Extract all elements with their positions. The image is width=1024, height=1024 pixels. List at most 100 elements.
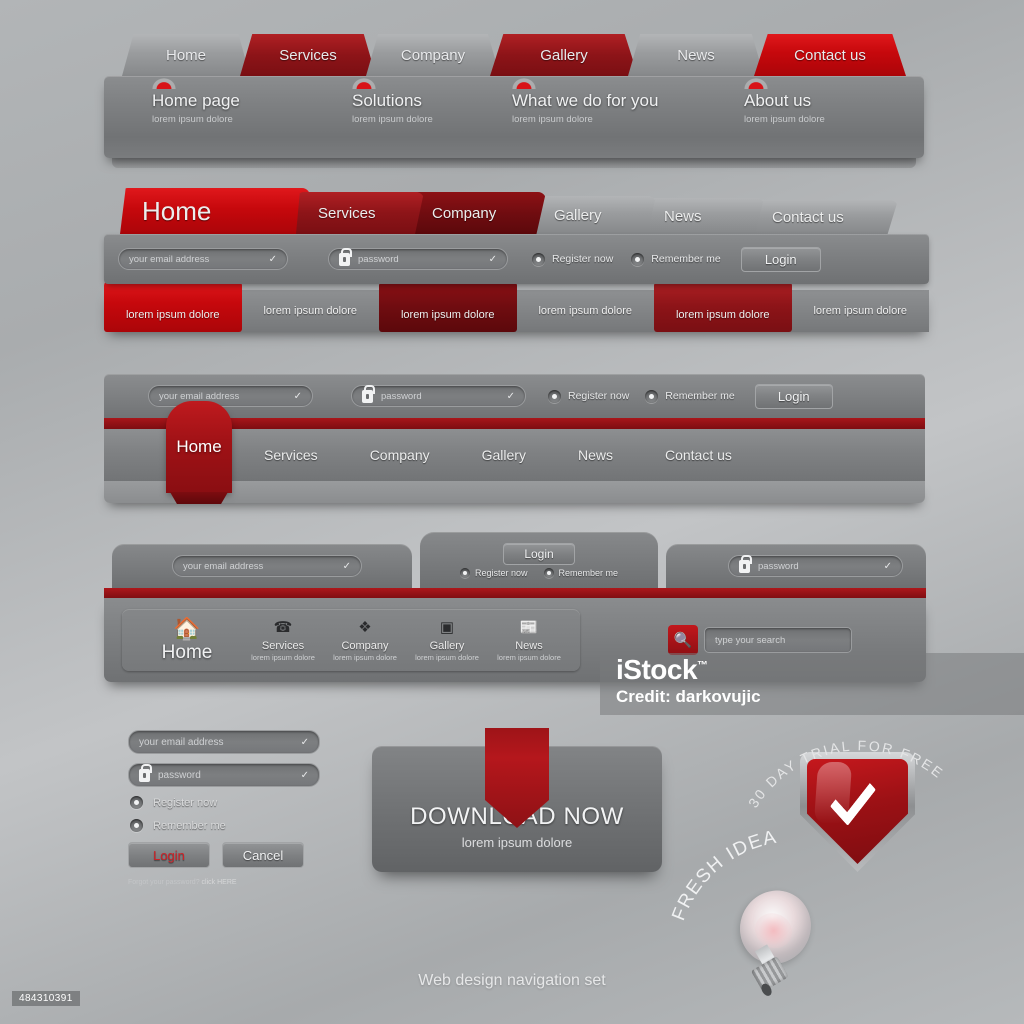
lorem-button-label: lorem ipsum dolore [400,309,495,321]
tab-contact-us[interactable]: Contact us [750,200,898,234]
tab-news[interactable]: News [642,198,764,234]
check-icon: ✓ [342,560,351,572]
download-subtitle: lorem ipsum dolore [461,835,573,850]
lorem-button-4[interactable]: lorem ipsum dolore [516,290,654,332]
remember-radio-group[interactable]: Remember me [645,389,735,403]
home-label: Home [161,642,213,663]
tab-label: Services [318,204,376,222]
email-field[interactable]: your email address ✓ [128,730,320,754]
nav-link-services[interactable]: Services [264,447,318,463]
password-field[interactable]: password ✓ [728,554,903,577]
menu-item-label: News [515,640,543,652]
chevron-up-icon [512,78,536,89]
newspaper-icon: 📰 [519,619,539,636]
forgot-password-row: Forgot your password? click HERE [128,879,320,886]
register-radio[interactable] [548,389,561,403]
email-placeholder-text: your email address [129,253,210,265]
lorem-button-3[interactable]: lorem ipsum dolore [379,280,517,332]
tab-services[interactable]: Services [240,34,376,76]
tab-company[interactable]: Company [410,192,546,234]
login-button[interactable]: Login [740,246,821,272]
check-icon: ✓ [506,390,515,402]
password-placeholder-text: password [158,769,201,781]
nav-link-company[interactable]: Company [370,447,430,463]
home-bookmark-tab[interactable]: Home [166,401,232,493]
nav-link-news[interactable]: News [578,447,613,463]
remember-radio[interactable] [543,567,554,578]
remember-radio-group[interactable]: Remember me [631,252,721,266]
tab-services[interactable]: Services [296,192,424,234]
menu-item-gallery[interactable]: ▣ Gallery lorem ipsum dolore [406,618,488,662]
login-button[interactable]: Login [128,842,210,868]
tab-company[interactable]: Company [366,34,500,76]
register-radio[interactable] [459,567,470,578]
tab-label: Gallery [540,46,588,64]
dropdown-item-subtitle: lorem ipsum dolore [152,114,233,125]
picture-icon: ▣ [439,619,455,636]
asset-id: 484310391 [12,991,80,1006]
menu-panel: 🏠 Home ☎ Services lorem ipsum dolore ❖ Compa… [122,609,580,671]
remember-radio-group[interactable]: Remember me [130,819,320,832]
download-button[interactable]: DOWNLOAD NOW lorem ipsum dolore [372,728,662,872]
remember-radio[interactable] [631,252,645,266]
password-field[interactable]: password ✓ [328,247,508,270]
login-button[interactable]: Login [503,542,575,565]
menu-item-services[interactable]: ☎ Services lorem ipsum dolore [242,618,324,662]
lorem-button-1[interactable]: lorem ipsum dolore [104,280,242,332]
chevron-up-icon [152,78,176,89]
login-button[interactable]: Login [754,383,833,409]
tab-news[interactable]: News [628,34,764,76]
email-field[interactable]: your email address ✓ [118,248,288,270]
register-radio[interactable] [532,252,545,266]
tab-gallery[interactable]: Gallery [490,34,638,76]
tab-home[interactable]: Home [120,188,310,234]
menu-item-news[interactable]: 📰 News lorem ipsum dolore [488,618,570,662]
tab-home[interactable]: Home [122,34,250,76]
lorem-button-5[interactable]: lorem ipsum dolore [654,280,792,332]
register-radio-group[interactable]: Register now [130,796,320,809]
register-radio-group[interactable]: Register now [548,389,629,403]
remember-label: Remember me [153,819,226,832]
email-field[interactable]: your email address ✓ [172,555,362,577]
nav-link-gallery[interactable]: Gallery [482,447,526,463]
email-placeholder-text: your email address [139,736,224,748]
navigation-block-2: Home Services Company Gallery News Contact us… [104,188,929,332]
dropdown-item-subtitle: lorem ipsum dolore [744,114,825,125]
register-radio-group[interactable]: Register now [459,567,528,578]
tab-label: Company [400,46,466,64]
dropdown-item-2[interactable]: Solutions lorem ipsum dolore [352,76,512,125]
register-radio[interactable] [130,796,143,809]
remember-radio[interactable] [645,389,659,403]
lorem-button-2[interactable]: lorem ipsum dolore [241,290,379,332]
search-input[interactable]: type your search [704,627,852,653]
remember-radio[interactable] [130,819,143,832]
search-box[interactable]: 🔍 type your search [668,625,852,655]
cancel-button[interactable]: Cancel [222,842,304,868]
dropdown-item-1[interactable]: Home page lorem ipsum dolore [152,76,352,125]
forgot-password-link[interactable]: click HERE [202,879,237,886]
tab-label: Company [432,204,497,222]
dropdown-item-3[interactable]: What we do for you lorem ipsum dolore [512,76,744,125]
istock-watermark: iStock™ Credit: darkovujic [600,653,1024,715]
register-radio-group[interactable]: Register now [532,252,613,266]
dropdown-item-4[interactable]: About us lorem ipsum dolore [744,76,894,125]
lorem-button-6[interactable]: lorem ipsum dolore [791,290,929,332]
password-field[interactable]: password ✓ [351,384,526,407]
tab-label: Contact us [772,208,844,226]
nav-link-contact-us[interactable]: Contact us [665,447,732,463]
dropdown-item-title: What we do for you [512,91,659,110]
navigation-block-3: your email address ✓ password ✓ Register… [104,374,925,503]
password-field[interactable]: password ✓ [128,763,320,787]
check-icon: ✓ [300,769,309,781]
check-icon: ✓ [293,390,302,402]
tab-label: Home [165,46,206,64]
magnifier-icon[interactable]: 🔍 [668,625,698,655]
menu-item-home[interactable]: 🏠 Home [132,616,242,664]
menu-item-company[interactable]: ❖ Company lorem ipsum dolore [324,618,406,662]
email-field[interactable]: your email address ✓ [148,385,313,407]
tab-label: Home [142,195,212,226]
menu-item-subtitle: lorem ipsum dolore [333,653,397,662]
tab-contact-us[interactable]: Contact us [754,34,906,76]
tab-gallery[interactable]: Gallery [532,196,656,234]
remember-radio-group[interactable]: Remember me [543,567,618,578]
